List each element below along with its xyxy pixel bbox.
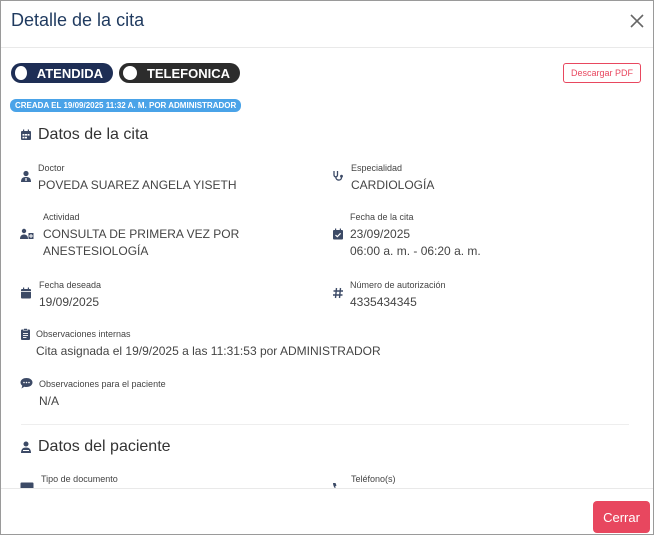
calendar-icon [21,287,31,299]
fecha-cita-label: Fecha de la cita [350,212,414,222]
modal-footer [1,488,653,534]
section-datos-paciente: Datos del paciente [20,438,171,456]
fecha-deseada-label: Fecha deseada [39,280,102,290]
comment-icon [20,378,33,389]
appointment-detail-modal: Detalle de la cita ATENDIDA TELEFONICA D… [0,0,654,535]
users-medical-icon [20,228,34,239]
section-datos-cita: Datos de la cita [20,126,148,144]
toggle-knob [15,66,27,80]
doctor-icon [21,170,31,182]
toggle-telefonica-label: TELEFONICA [146,65,230,81]
doctor-field: Doctor POVEDA SUAREZ ANGELA YISETH [38,163,237,194]
actividad-label: Actividad [43,212,80,222]
toggle-telefonica[interactable]: TELEFONICA [119,63,240,83]
close-button[interactable]: Cerrar [593,501,650,533]
fecha-cita-time: 06:00 a. m. - 06:20 a. m. [350,244,481,258]
actividad-field: Actividad CONSULTA DE PRIMERA VEZ POR AN… [43,212,239,260]
fecha-deseada-field: Fecha deseada 19/09/2025 [39,280,101,311]
doctor-value: POVEDA SUAREZ ANGELA YISETH [38,178,237,192]
download-pdf-button[interactable]: Descargar PDF [563,63,641,83]
autorizacion-value: 4335434345 [350,295,417,309]
modal-title: Detalle de la cita [11,10,145,30]
obs-paciente-label: Observaciones para el paciente [39,379,166,389]
autorizacion-field: Número de autorización 4335434345 [350,280,446,311]
modal-header: Detalle de la cita [1,1,653,48]
toggle-atendida-label: ATENDIDA [36,65,103,81]
actividad-value: CONSULTA DE PRIMERA VEZ POR ANESTESIOLOG… [43,226,239,260]
fecha-cita-date: 23/09/2025 [350,227,411,241]
telefono-label: Teléfono(s) [351,474,396,484]
section-divider [21,424,629,425]
calendar-icon [21,129,31,140]
section-title-text: Datos del paciente [38,438,171,455]
obs-internas-value: Cita asignada el 19/9/2025 a las 11:31:5… [36,344,381,358]
tipo-documento-field: Tipo de documento [41,474,118,484]
fecha-deseada-value: 19/09/2025 [39,295,100,309]
actividad-line-1: CONSULTA DE PRIMERA VEZ POR [43,227,240,241]
autorizacion-label: Número de autorización [350,280,446,290]
telefono-field: Teléfono(s) [351,474,396,484]
toggle-atendida[interactable]: ATENDIDA [11,63,113,83]
close-icon[interactable] [627,11,647,31]
section-title-text: Datos de la cita [38,126,149,143]
clipboard-icon [21,328,30,340]
fecha-cita-value: 23/09/2025 06:00 a. m. - 06:20 a. m. [350,226,481,260]
calendar-check-icon [333,228,343,240]
especialidad-field: Especialidad CARDIOLOGÍA [351,163,434,194]
fecha-cita-field: Fecha de la cita 23/09/2025 06:00 a. m. … [350,212,481,260]
especialidad-label: Especialidad [351,163,403,173]
hashtag-icon [333,287,343,299]
created-badge: CREADA EL 19/09/2025 11:32 A. M. POR ADM… [10,99,242,112]
especialidad-value: CARDIOLOGÍA [351,178,435,192]
obs-internas-field: Observaciones internas Cita asignada el … [36,329,381,360]
stethoscope-icon [333,171,343,181]
actividad-line-2: ANESTESIOLOGÍA [43,244,149,258]
tipo-documento-label: Tipo de documento [41,474,118,484]
obs-paciente-value: N/A [39,394,60,408]
obs-paciente-field: Observaciones para el paciente N/A [39,379,166,410]
toggle-knob [123,66,137,80]
doctor-label: Doctor [38,163,65,173]
obs-internas-label: Observaciones internas [36,329,131,339]
patient-icon [21,441,31,453]
